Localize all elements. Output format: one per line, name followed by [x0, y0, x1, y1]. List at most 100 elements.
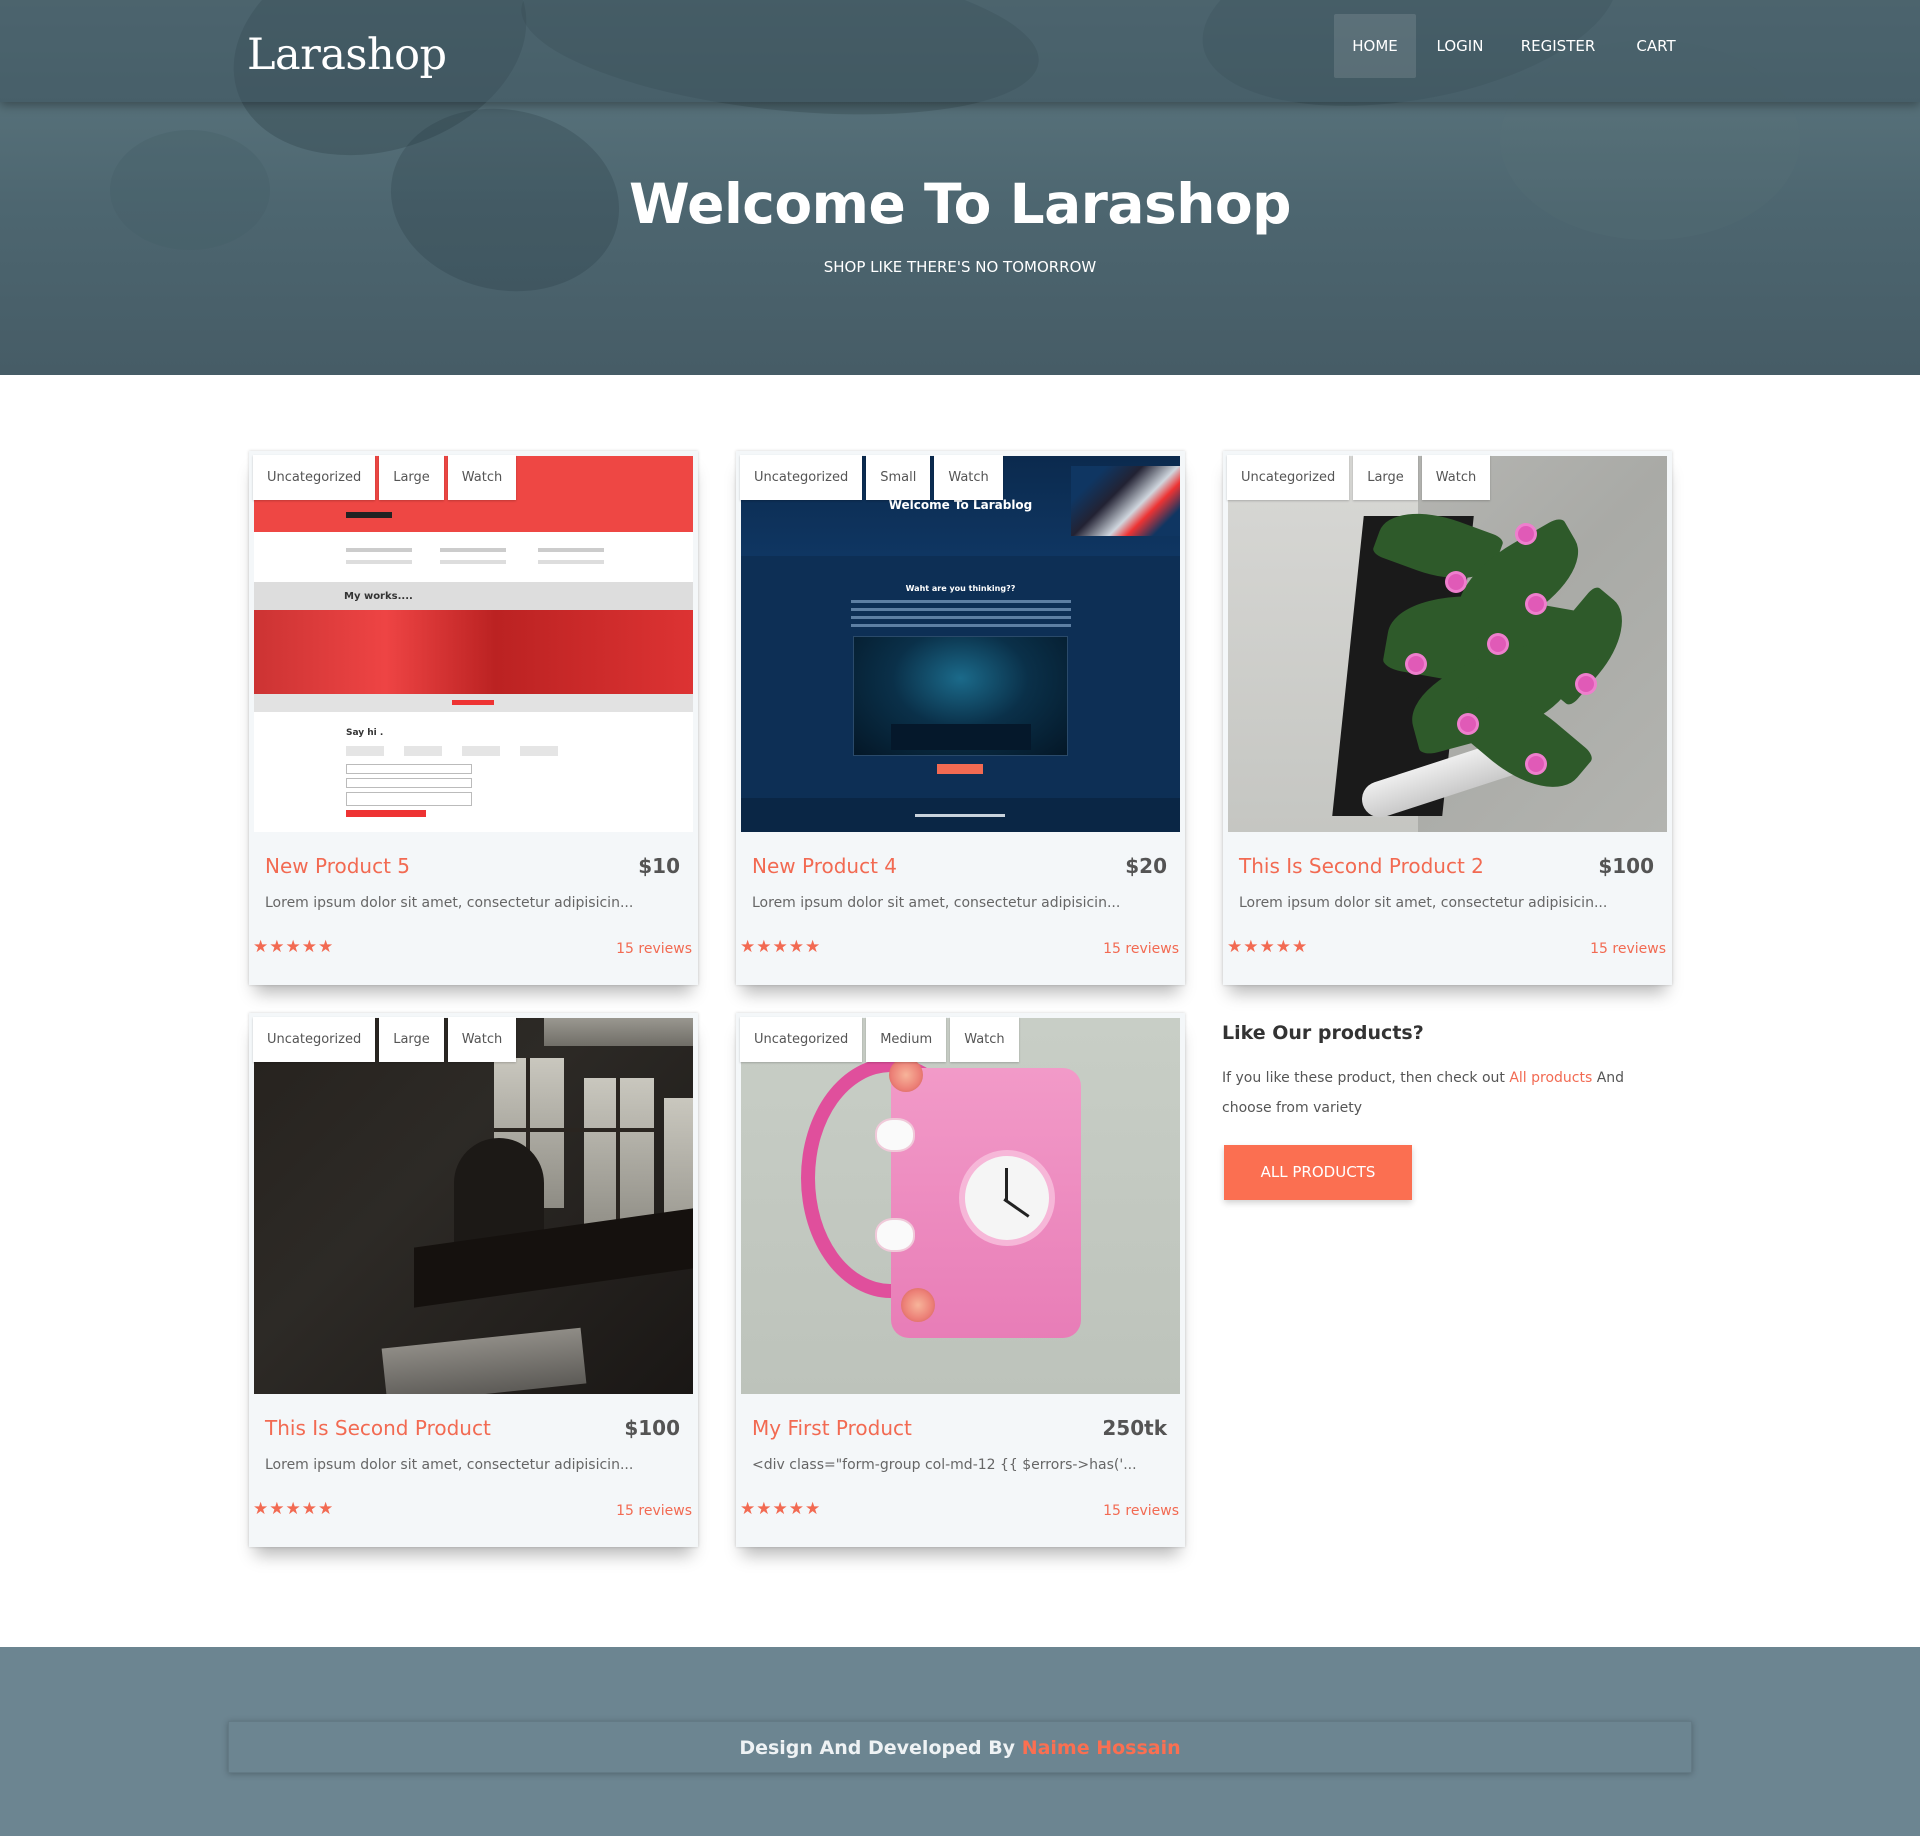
- star-rating: ★★★★★: [253, 937, 335, 957]
- product-description: Lorem ipsum dolor sit amet, consectetur …: [265, 1457, 634, 1473]
- image-shape: [1528, 756, 1544, 772]
- tag-list: Uncategorized Large Watch: [253, 1017, 517, 1062]
- image-shape: [346, 548, 412, 552]
- reviews-link[interactable]: 15 reviews: [1590, 941, 1666, 957]
- product-title[interactable]: New Product 4: [752, 854, 897, 878]
- image-shape: [494, 1128, 654, 1132]
- product-card[interactable]: Welcome To Larablog Waht are you thinkin…: [736, 451, 1185, 985]
- nav-login[interactable]: LOGIN: [1418, 14, 1502, 78]
- image-shape: [452, 700, 494, 705]
- product-title[interactable]: New Product 5: [265, 854, 410, 878]
- nav-cart[interactable]: CART: [1614, 14, 1698, 78]
- tag[interactable]: Uncategorized: [1227, 455, 1350, 500]
- brand-logo[interactable]: Larashop: [247, 30, 447, 80]
- reviews-link[interactable]: 15 reviews: [616, 941, 692, 957]
- image-shape: [404, 746, 442, 756]
- star-rating: ★★★★★: [1227, 937, 1309, 957]
- image-shape: [616, 1078, 620, 1238]
- product-card[interactable]: Uncategorized Medium Watch My First Prod…: [736, 1013, 1185, 1547]
- product-image[interactable]: [1228, 456, 1667, 832]
- image-shape: [1005, 1168, 1008, 1202]
- hero-banner: Larashop HOME LOGIN REGISTER CART Welcom…: [0, 0, 1920, 375]
- product-description: Lorem ipsum dolor sit amet, consectetur …: [265, 895, 634, 911]
- reviews-link[interactable]: 15 reviews: [616, 1503, 692, 1519]
- image-text: Welcome To Larablog: [888, 498, 1033, 512]
- image-shape: [544, 1018, 693, 1046]
- navbar: Larashop HOME LOGIN REGISTER CART: [0, 0, 1920, 102]
- image-text: Say hi .: [346, 728, 384, 738]
- all-products-button[interactable]: ALL PRODUCTS: [1224, 1145, 1412, 1200]
- footer-credit-text: Design And Developed By: [739, 1737, 1022, 1759]
- tag[interactable]: Uncategorized: [740, 1017, 863, 1062]
- tag[interactable]: Uncategorized: [253, 455, 376, 500]
- product-price: $10: [638, 854, 680, 878]
- image-shape: [538, 560, 604, 564]
- image-shape: [346, 778, 472, 788]
- footer-author-link[interactable]: Naime Hossain: [1022, 1737, 1181, 1759]
- product-title[interactable]: This Is Second Product: [265, 1416, 491, 1440]
- promo-title: Like Our products?: [1222, 1022, 1424, 1044]
- image-shape: [1578, 676, 1594, 692]
- tag[interactable]: Watch: [950, 1017, 1019, 1062]
- tag[interactable]: Watch: [447, 455, 517, 500]
- image-shape: [1528, 596, 1544, 612]
- image-shape: [462, 746, 500, 756]
- product-card[interactable]: Uncategorized Large Watch This Is Second…: [1223, 451, 1672, 985]
- image-text: My works....: [344, 591, 413, 602]
- product-card[interactable]: My works.... Say hi . Uncategorized Larg…: [249, 451, 698, 985]
- tag[interactable]: Large: [1353, 455, 1418, 500]
- product-image[interactable]: My works.... Say hi .: [254, 456, 693, 832]
- image-shape: [851, 616, 1071, 619]
- image-shape: [538, 548, 604, 552]
- image-shape: [851, 608, 1071, 611]
- tag[interactable]: Uncategorized: [253, 1017, 376, 1062]
- promo-text: If you like these product, then check ou…: [1222, 1063, 1642, 1123]
- image-shape: [875, 1218, 915, 1252]
- image-shape: [851, 600, 1071, 603]
- product-price: 250tk: [1102, 1416, 1167, 1440]
- image-shape: [889, 1058, 923, 1092]
- reviews-link[interactable]: 15 reviews: [1103, 941, 1179, 957]
- reviews-link[interactable]: 15 reviews: [1103, 1503, 1179, 1519]
- product-image[interactable]: [254, 1018, 693, 1394]
- product-description: <div class="form-group col-md-12 {{ $err…: [752, 1457, 1137, 1473]
- image-shape: [1518, 526, 1534, 542]
- image-shape: [254, 610, 693, 694]
- image-shape: [901, 1288, 935, 1322]
- footer-credit: Design And Developed By Naime Hossain: [228, 1721, 1692, 1773]
- tag[interactable]: Uncategorized: [740, 455, 863, 500]
- image-shape: [1460, 716, 1476, 732]
- promo-text-before: If you like these product, then check ou…: [1222, 1070, 1510, 1086]
- image-shape: [440, 548, 506, 552]
- hero-subtitle: SHOP LIKE THERE'S NO TOMORROW: [823, 258, 1097, 276]
- product-title[interactable]: This Is Second Product 2: [1239, 854, 1484, 878]
- star-rating: ★★★★★: [740, 1499, 822, 1519]
- tag-list: Uncategorized Large Watch: [253, 455, 517, 500]
- product-image[interactable]: [741, 1018, 1180, 1394]
- image-shape: [440, 560, 506, 564]
- image-shape: [346, 810, 426, 817]
- tag[interactable]: Medium: [866, 1017, 947, 1062]
- product-description: Lorem ipsum dolor sit amet, consectetur …: [752, 895, 1121, 911]
- all-products-link[interactable]: All products: [1509, 1070, 1592, 1086]
- tag[interactable]: Watch: [1421, 455, 1491, 500]
- tag[interactable]: Watch: [447, 1017, 517, 1062]
- tag[interactable]: Small: [866, 455, 931, 500]
- nav-register[interactable]: REGISTER: [1502, 14, 1614, 78]
- product-price: $100: [1598, 854, 1654, 878]
- hero-title: Welcome To Larashop: [628, 172, 1292, 236]
- product-title[interactable]: My First Product: [752, 1416, 912, 1440]
- image-shape: [346, 792, 472, 806]
- product-description: Lorem ipsum dolor sit amet, consectetur …: [1239, 895, 1608, 911]
- image-text: Waht are you thinking??: [905, 584, 1016, 593]
- tag[interactable]: Large: [379, 455, 444, 500]
- product-image[interactable]: Welcome To Larablog Waht are you thinkin…: [741, 456, 1180, 832]
- nav-home[interactable]: HOME: [1334, 14, 1416, 78]
- image-shape: [346, 512, 392, 518]
- tag[interactable]: Watch: [934, 455, 1003, 500]
- image-shape: [1408, 656, 1424, 672]
- product-card[interactable]: Uncategorized Large Watch This Is Second…: [249, 1013, 698, 1547]
- image-shape: [851, 624, 1071, 627]
- image-shape: [346, 764, 472, 774]
- tag[interactable]: Large: [379, 1017, 444, 1062]
